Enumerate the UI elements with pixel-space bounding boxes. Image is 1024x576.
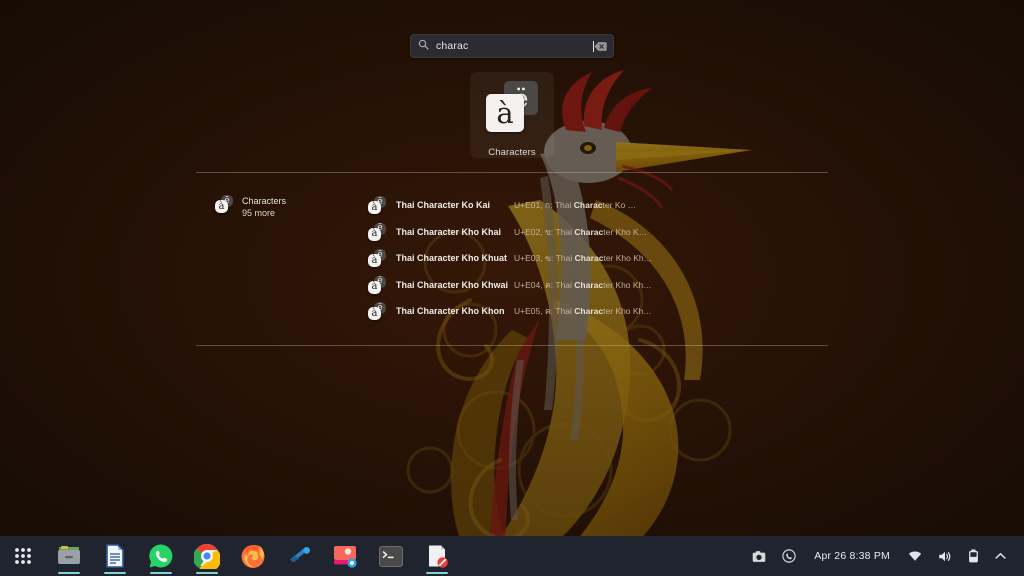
- image-viewer-icon: [332, 544, 358, 568]
- terminal-icon: [378, 545, 404, 568]
- running-indicator: [426, 572, 448, 574]
- character-desc-match: Charac: [574, 306, 603, 316]
- characters-icon-glyph-front: à: [368, 281, 381, 294]
- taskbar-item-terminal[interactable]: [368, 536, 414, 576]
- results-provider-characters[interactable]: ë à Characters 95 more: [210, 192, 291, 221]
- search-icon: [418, 37, 429, 55]
- character-desc-match: Charac: [575, 253, 604, 263]
- character-results-list: ëà Thai Character Ko KaiU+E01, ก: Thai Ch…: [368, 192, 668, 325]
- provider-title: Characters: [242, 196, 286, 206]
- character-desc-prefix: Thai: [555, 280, 574, 290]
- character-result-row[interactable]: ëà Thai Character Kho KhwaiU+E04, ค: Thai…: [368, 272, 668, 299]
- taskbar-item-vscode[interactable]: [276, 536, 322, 576]
- character-desc-suffix: ter Kho Kh…: [603, 253, 652, 263]
- clear-search-icon[interactable]: [594, 41, 607, 52]
- character-result-row[interactable]: ëà Thai Character Kho KhuatU+E03, ฃ: Thai…: [368, 245, 668, 272]
- character-desc-match: Charac: [574, 227, 603, 237]
- characters-app-icon: ë à: [215, 195, 233, 213]
- characters-app-icon: ëà: [368, 223, 386, 241]
- system-tray: Apr 26 8:38 PM: [744, 536, 1024, 576]
- character-codepoint: U+E04: [514, 280, 540, 290]
- character-codepoint: U+E03: [514, 253, 540, 263]
- character-result-name: Thai Character Kho Khwai: [396, 280, 514, 290]
- characters-icon-glyph-front: à: [368, 307, 381, 320]
- running-indicator: [58, 572, 80, 574]
- wifi-icon[interactable]: [900, 536, 930, 576]
- character-result-description: U+E05, ฅ: Thai Character Kho Kh…: [514, 304, 652, 318]
- taskbar-item-google-chrome[interactable]: [184, 536, 230, 576]
- battery-icon[interactable]: [960, 536, 987, 576]
- character-result-name: Thai Character Kho Khai: [396, 227, 514, 237]
- results-separator-top: [196, 172, 828, 173]
- app-result-label: Characters: [488, 147, 535, 158]
- app-grid-icon: [13, 546, 33, 566]
- show-applications-button[interactable]: [0, 536, 46, 576]
- character-result-name: Thai Character Kho Khuat: [396, 253, 514, 263]
- libreoffice-writer-icon: [103, 544, 127, 568]
- character-codepoint: U+E01: [514, 200, 540, 210]
- files-icon: [56, 544, 82, 568]
- character-result-row[interactable]: ëà Thai Character Kho KhonU+E05, ฅ: Thai …: [368, 298, 668, 325]
- whatsapp-tray-icon[interactable]: [774, 536, 804, 576]
- character-desc-match: Charac: [574, 200, 603, 210]
- firefox-icon: [240, 543, 266, 569]
- character-result-description: U+E03, ฃ: Thai Character Kho Kh…: [514, 251, 652, 265]
- characters-app-icon: ëà: [368, 196, 386, 214]
- search-input-value: charac: [436, 40, 592, 52]
- character-result-name: Thai Character Ko Kai: [396, 200, 514, 210]
- whatsapp-icon: [148, 543, 174, 569]
- characters-app-icon: ë à: [486, 81, 538, 129]
- character-desc-prefix: Thai: [556, 253, 575, 263]
- character-result-row[interactable]: ëà Thai Character Kho KhaiU+E02, ข: Thai …: [368, 219, 668, 246]
- provider-more-count: 95 more: [242, 208, 286, 218]
- characters-app-icon: ëà: [368, 276, 386, 294]
- character-desc-match: Charac: [574, 280, 603, 290]
- running-indicator: [196, 572, 218, 574]
- character-desc-suffix: ter Kho K…: [603, 227, 647, 237]
- taskbar: Apr 26 8:38 PM: [0, 536, 1024, 576]
- chrome-icon: [194, 543, 220, 569]
- character-result-description: U+E04, ค: Thai Character Kho Kh…: [514, 278, 652, 292]
- vscode-icon: [286, 544, 312, 568]
- taskbar-item-firefox[interactable]: [230, 536, 276, 576]
- character-desc-suffix: ter Ko …: [603, 200, 637, 210]
- taskbar-item-libreoffice-writer[interactable]: [92, 536, 138, 576]
- chevron-up-icon[interactable]: [987, 536, 1014, 576]
- characters-icon-glyph-front: à: [368, 228, 381, 241]
- character-result-name: Thai Character Kho Khon: [396, 306, 514, 316]
- search-input[interactable]: charac: [410, 34, 614, 58]
- results-separator-bottom: [196, 345, 828, 346]
- character-result-description: U+E01, ก: Thai Character Ko …: [514, 198, 636, 212]
- character-desc-prefix: Thai: [555, 306, 574, 316]
- characters-icon-glyph-front: à: [368, 201, 381, 214]
- running-indicator: [150, 572, 172, 574]
- clock[interactable]: Apr 26 8:38 PM: [804, 550, 900, 562]
- character-result-description: U+E02, ข: Thai Character Kho K…: [514, 225, 647, 239]
- character-desc-prefix: Thai: [556, 227, 575, 237]
- characters-icon-glyph-front: à: [215, 200, 228, 213]
- character-desc-prefix: Thai: [555, 200, 574, 210]
- volume-icon[interactable]: [930, 536, 960, 576]
- taskbar-item-image-viewer[interactable]: [322, 536, 368, 576]
- app-result-characters[interactable]: ë à Characters: [470, 72, 554, 158]
- characters-app-icon: ëà: [368, 249, 386, 267]
- character-result-row[interactable]: ëà Thai Character Ko KaiU+E01, ก: Thai Ch…: [368, 192, 668, 219]
- taskbar-item-files[interactable]: [46, 536, 92, 576]
- search-bar-container: charac: [0, 34, 1024, 58]
- characters-icon-glyph-front: à: [368, 254, 381, 267]
- character-desc-suffix: ter Kho Kh…: [603, 280, 652, 290]
- running-indicator: [104, 572, 126, 574]
- taskbar-item-whatsapp[interactable]: [138, 536, 184, 576]
- text-editor-icon: [425, 544, 449, 568]
- screenshot-tray-icon[interactable]: [744, 536, 774, 576]
- character-desc-suffix: ter Kho Kh…: [603, 306, 652, 316]
- desktop: charac ë à Characters: [0, 0, 1024, 576]
- characters-app-icon: ëà: [368, 302, 386, 320]
- character-codepoint: U+E02: [514, 227, 540, 237]
- character-codepoint: U+E05: [514, 306, 540, 316]
- taskbar-app-list: [0, 536, 460, 576]
- taskbar-item-text-editor[interactable]: [414, 536, 460, 576]
- characters-icon-glyph-front: à: [486, 94, 524, 132]
